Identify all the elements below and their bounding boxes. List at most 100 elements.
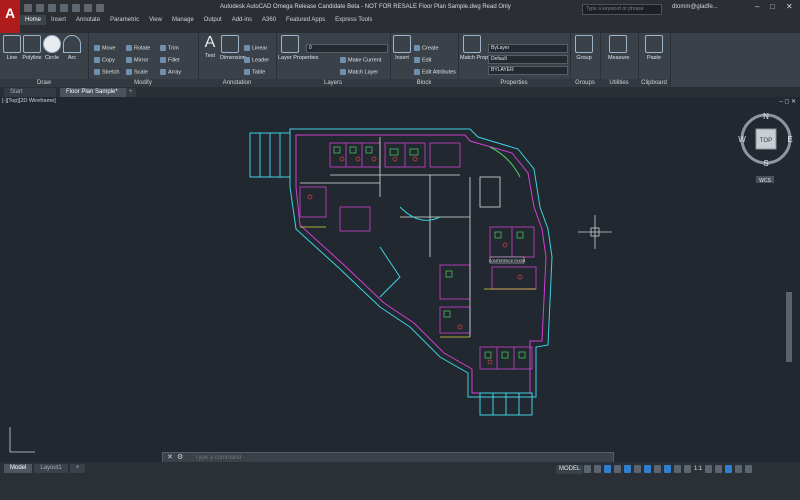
tab-layout1[interactable]: Layout1 [34, 464, 68, 473]
model-space-button[interactable]: MODEL [556, 465, 584, 474]
stretch-tool[interactable]: Stretch [94, 69, 119, 75]
groups-panel-title[interactable]: Groups [570, 79, 600, 87]
measure-tool[interactable]: Measure [608, 35, 629, 61]
insert-tool[interactable]: Insert [392, 35, 412, 61]
properties-panel-title[interactable]: Properties [458, 79, 570, 87]
save-as-icon[interactable] [60, 4, 68, 12]
draw-panel-title[interactable]: Draw [0, 79, 88, 87]
tab-parametric[interactable]: Parametric [105, 15, 144, 25]
transparency-icon[interactable] [654, 465, 661, 473]
snap-icon[interactable] [594, 465, 601, 473]
line-tool[interactable]: Line [2, 35, 22, 61]
clipboard-panel-title[interactable]: Clipboard [638, 79, 670, 87]
annotation-scale-value[interactable]: 1:1 [694, 465, 702, 473]
ortho-icon[interactable] [604, 465, 611, 473]
copy-tool[interactable]: Copy [94, 57, 115, 63]
array-tool[interactable]: Array [160, 69, 181, 75]
file-tab-start[interactable]: Start [4, 88, 56, 97]
open-icon[interactable] [36, 4, 44, 12]
otrack-icon[interactable] [634, 465, 641, 473]
tab-annotate[interactable]: Annotate [71, 15, 105, 25]
create-block-tool[interactable]: Create [414, 45, 439, 51]
group-tool[interactable]: Group [574, 35, 594, 61]
hardware-acceleration-icon[interactable] [725, 465, 733, 473]
tab-view[interactable]: View [144, 15, 167, 25]
isolate-objects-icon[interactable] [715, 465, 723, 473]
tab-model[interactable]: Model [4, 464, 33, 473]
make-current-tool[interactable]: Make Current [340, 57, 381, 63]
viewcube[interactable]: TOP N S E W WCS [738, 112, 792, 184]
tab-express-tools[interactable]: Express Tools [330, 15, 377, 25]
text-tool[interactable]: A Text [200, 35, 220, 60]
tab-home[interactable]: Home [20, 15, 47, 25]
osnap-icon[interactable] [624, 465, 631, 473]
table-tool[interactable]: Table [244, 69, 265, 75]
close-icon[interactable]: ✕ [786, 2, 793, 11]
edit-attributes-tool[interactable]: Edit Attributes [414, 69, 456, 75]
dimension-tool[interactable]: Dimension [220, 35, 246, 61]
tab-featured-apps[interactable]: Featured Apps [281, 15, 330, 25]
viewcube-top[interactable]: TOP [760, 138, 772, 144]
tab-a360[interactable]: A360 [257, 15, 281, 25]
workspace-icon[interactable] [684, 465, 691, 473]
match-properties-tool[interactable]: Match Properties [460, 35, 502, 61]
leader-tool[interactable]: Leader [244, 57, 269, 63]
trim-tool[interactable]: Trim [160, 45, 179, 51]
layers-panel-title[interactable]: Layers [276, 79, 390, 87]
move-tool[interactable]: Move [94, 45, 115, 51]
arc-tool[interactable]: Arc [62, 35, 82, 61]
maximize-icon[interactable]: □ [770, 2, 775, 11]
search-input[interactable]: Type a keyword or phrase [582, 4, 662, 15]
polar-icon[interactable] [614, 465, 621, 473]
annotation-panel-title[interactable]: Annotation [198, 79, 276, 87]
fillet-tool[interactable]: Fillet [160, 57, 180, 63]
mirror-tool[interactable]: Mirror [126, 57, 148, 63]
save-icon[interactable] [48, 4, 56, 12]
lineweight-dropdown[interactable]: BYLAYER [488, 66, 568, 75]
settings-gear-icon[interactable] [705, 465, 713, 473]
command-close-icon[interactable]: ✕ [167, 453, 173, 461]
print-icon[interactable] [72, 4, 80, 12]
polyline-tool[interactable]: Polyline [22, 35, 42, 61]
layer-dropdown[interactable]: 0 [306, 44, 388, 53]
tab-add-ins[interactable]: Add-ins [227, 15, 257, 25]
color-dropdown[interactable]: ByLayer [488, 44, 568, 53]
add-layout-plus-icon[interactable]: + [69, 464, 86, 473]
paste-tool[interactable]: Paste [644, 35, 664, 61]
modify-panel-title[interactable]: Modify [88, 79, 198, 87]
minimize-icon[interactable]: – [755, 2, 759, 11]
clean-screen-icon[interactable] [735, 465, 743, 473]
drawing-viewport[interactable]: [-][Top][2D Wireframe] – ◻ ✕ TOP N S E W… [0, 97, 800, 460]
grid-icon[interactable] [584, 465, 591, 473]
file-tab-floor-plan[interactable]: Floor Plan Sample* [60, 88, 132, 97]
tab-manage[interactable]: Manage [167, 15, 199, 25]
annotation-visibility-icon[interactable] [674, 465, 681, 473]
viewport-scrollbar[interactable] [786, 292, 792, 362]
user-account[interactable]: dtomm@gladfe... [672, 4, 718, 10]
rotate-tool[interactable]: Rotate [126, 45, 150, 51]
autocad-logo-icon[interactable]: A [0, 0, 20, 33]
annotation-scale-icon[interactable] [664, 465, 671, 473]
scale-tool[interactable]: Scale [126, 69, 148, 75]
redo-icon[interactable] [96, 4, 104, 12]
viewcube-south[interactable]: S [763, 159, 768, 168]
match-layer-tool[interactable]: Match Layer [340, 69, 378, 75]
wcs-menu[interactable]: WCS [759, 178, 771, 184]
viewcube-east[interactable]: E [787, 135, 792, 144]
linetype-dropdown[interactable]: Default [488, 55, 568, 64]
lineweight-icon[interactable] [644, 465, 651, 473]
tab-insert[interactable]: Insert [46, 15, 71, 25]
new-tab-plus-icon[interactable]: + [126, 88, 136, 97]
utilities-panel-title[interactable]: Utilities [600, 79, 638, 87]
new-icon[interactable] [24, 4, 32, 12]
customization-menu-icon[interactable] [745, 465, 753, 473]
command-settings-icon[interactable]: ⚙ [177, 453, 183, 461]
circle-tool[interactable]: Circle [42, 35, 62, 61]
linear-tool[interactable]: Linear [244, 45, 267, 51]
edit-block-tool[interactable]: Edit [414, 57, 431, 63]
undo-icon[interactable] [84, 4, 92, 12]
layer-properties-tool[interactable]: Layer Properties [278, 35, 318, 61]
tab-output[interactable]: Output [199, 15, 227, 25]
viewcube-north[interactable]: N [763, 112, 769, 121]
block-panel-title[interactable]: Block [390, 79, 458, 87]
